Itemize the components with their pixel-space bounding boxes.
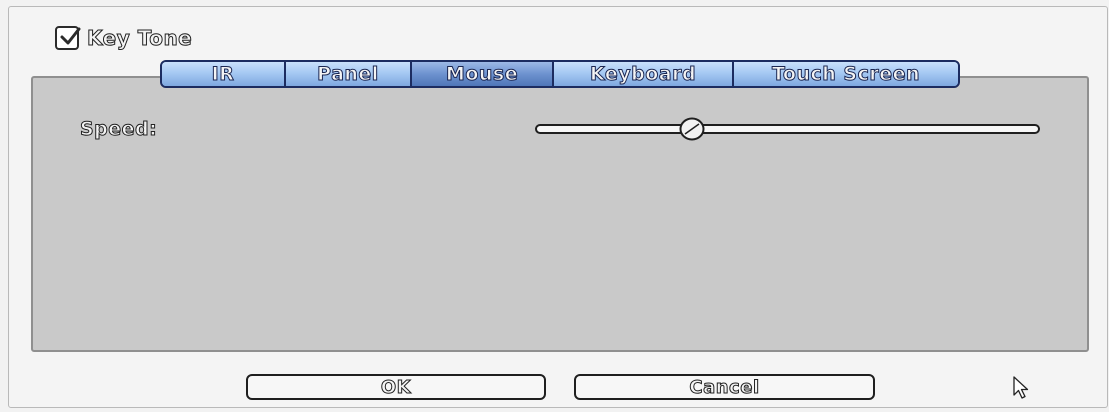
ok-button[interactable]: OK	[246, 374, 546, 400]
checkmark-icon	[60, 27, 81, 45]
tab-mouse[interactable]: Mouse	[412, 62, 554, 86]
tab-touch-screen[interactable]: Touch Screen	[734, 62, 958, 86]
tab-ir[interactable]: IR	[162, 62, 286, 86]
slider-thumb[interactable]	[679, 117, 705, 141]
mouse-pointer-icon	[1013, 376, 1029, 399]
checkbox-box[interactable]	[55, 26, 81, 50]
tab-panel[interactable]: Panel	[286, 62, 412, 86]
settings-panel	[31, 76, 1089, 352]
slider-track[interactable]	[535, 124, 1040, 134]
cancel-button[interactable]: Cancel	[574, 374, 875, 400]
speed-label: Speed:	[79, 118, 158, 141]
speed-slider[interactable]	[535, 117, 1040, 141]
key-tone-checkbox[interactable]: Key Tone	[55, 23, 192, 53]
tab-keyboard[interactable]: Keyboard	[554, 62, 734, 86]
key-tone-label: Key Tone	[86, 26, 193, 51]
tab-bar: IR Panel Mouse Keyboard Touch Screen	[160, 60, 960, 88]
